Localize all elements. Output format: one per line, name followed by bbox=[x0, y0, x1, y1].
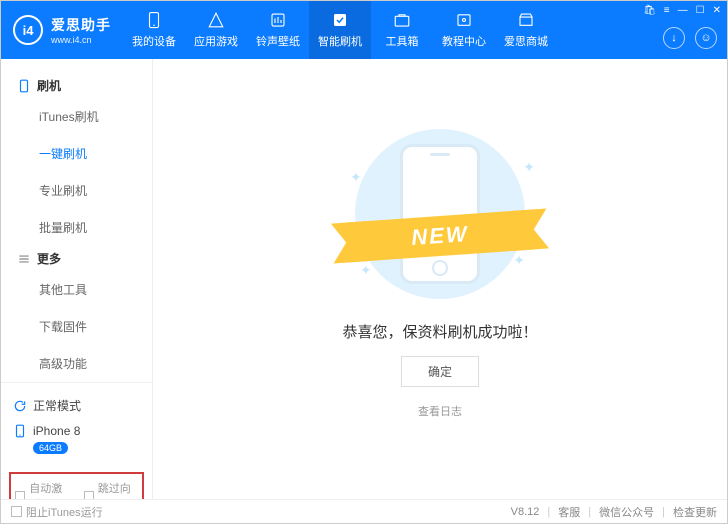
success-message: 恭喜您，保资料刷机成功啦！ bbox=[342, 321, 537, 342]
sidebar: 刷机iTunes刷机一键刷机专业刷机批量刷机更多其他工具下载固件高级功能 正常模… bbox=[1, 59, 153, 499]
sidebar-item-0-2[interactable]: 专业刷机 bbox=[1, 172, 152, 209]
view-log-link[interactable]: 查看日志 bbox=[418, 403, 462, 419]
device-name: iPhone 8 bbox=[33, 424, 80, 438]
logo[interactable]: i4 爱思助手 www.i4.cn bbox=[1, 1, 123, 59]
topnav-item-1[interactable]: 应用游戏 bbox=[185, 1, 247, 59]
footer-bar: 阻止iTunes运行 V8.12 | 客服 | 微信公众号 | 检查更新 bbox=[1, 499, 727, 523]
sidebar-group-0: 刷机 bbox=[1, 73, 152, 98]
topnav-item-0[interactable]: 我的设备 bbox=[123, 1, 185, 59]
mode-selector[interactable]: 正常模式 bbox=[13, 391, 140, 420]
phone-icon bbox=[13, 424, 27, 438]
topnav-icon-1 bbox=[207, 11, 225, 29]
stop-itunes-checkbox[interactable]: 阻止iTunes运行 bbox=[11, 504, 103, 520]
sidebar-item-1-0[interactable]: 其他工具 bbox=[1, 271, 152, 308]
sidebar-item-0-3[interactable]: 批量刷机 bbox=[1, 209, 152, 246]
close-button[interactable]: ✕ bbox=[713, 5, 721, 16]
sidebar-group-1: 更多 bbox=[1, 246, 152, 271]
device-selector[interactable]: iPhone 8 64GB bbox=[13, 420, 140, 458]
version-label: V8.12 bbox=[511, 506, 540, 518]
topnav-icon-5 bbox=[455, 11, 473, 29]
activation-options: 自动激活跳过向导 bbox=[9, 472, 144, 499]
download-button[interactable]: ↓ bbox=[663, 27, 685, 49]
topnav-item-3[interactable]: 智能刷机 bbox=[309, 1, 371, 59]
confirm-button[interactable]: 确定 bbox=[401, 356, 479, 387]
success-illustration: ✦ ✦ ✦ ✦ NEW bbox=[330, 129, 550, 299]
window-controls: 🛍 ≡ — ☐ ✕ bbox=[643, 5, 721, 16]
footer-link-update[interactable]: 检查更新 bbox=[673, 504, 717, 520]
account-button[interactable]: ☺ bbox=[695, 27, 717, 49]
cart-icon[interactable]: 🛍 bbox=[643, 5, 656, 16]
phone-outline bbox=[17, 79, 31, 93]
sidebar-item-1-1[interactable]: 下载固件 bbox=[1, 308, 152, 345]
checkbox-1[interactable]: 跳过向导 bbox=[84, 480, 139, 499]
menu-icon[interactable]: ≡ bbox=[664, 5, 670, 16]
new-ribbon: NEW bbox=[359, 210, 521, 261]
sidebar-item-1-2[interactable]: 高级功能 bbox=[1, 345, 152, 382]
topnav-icon-6 bbox=[517, 11, 535, 29]
footer-link-wechat[interactable]: 微信公众号 bbox=[599, 504, 654, 520]
main-content: ✦ ✦ ✦ ✦ NEW 恭喜您，保资料刷机成功啦！ 确定 查看日志 bbox=[153, 59, 727, 499]
sidebar-item-0-0[interactable]: iTunes刷机 bbox=[1, 98, 152, 135]
minimize-button[interactable]: — bbox=[678, 5, 688, 16]
app-name: 爱思助手 bbox=[51, 15, 111, 35]
menu-icon bbox=[17, 252, 31, 266]
topnav-icon-4 bbox=[393, 11, 411, 29]
sidebar-item-0-1[interactable]: 一键刷机 bbox=[1, 135, 152, 172]
topnav-icon-2 bbox=[269, 11, 287, 29]
mode-label: 正常模式 bbox=[33, 397, 81, 414]
checkbox-0[interactable]: 自动激活 bbox=[15, 480, 70, 499]
app-url: www.i4.cn bbox=[51, 35, 111, 45]
footer-link-support[interactable]: 客服 bbox=[558, 504, 580, 520]
storage-badge: 64GB bbox=[33, 442, 68, 454]
logo-badge: i4 bbox=[13, 15, 43, 45]
topnav-item-4[interactable]: 工具箱 bbox=[371, 1, 433, 59]
header-bar: i4 爱思助手 www.i4.cn 我的设备应用游戏铃声壁纸智能刷机工具箱教程中… bbox=[1, 1, 727, 59]
topnav-icon-0 bbox=[145, 11, 163, 29]
topnav-icon-3 bbox=[331, 11, 349, 29]
topnav-item-5[interactable]: 教程中心 bbox=[433, 1, 495, 59]
topnav-item-6[interactable]: 爱思商城 bbox=[495, 1, 557, 59]
topnav-item-2[interactable]: 铃声壁纸 bbox=[247, 1, 309, 59]
refresh-icon bbox=[13, 399, 27, 413]
maximize-button[interactable]: ☐ bbox=[696, 5, 705, 16]
